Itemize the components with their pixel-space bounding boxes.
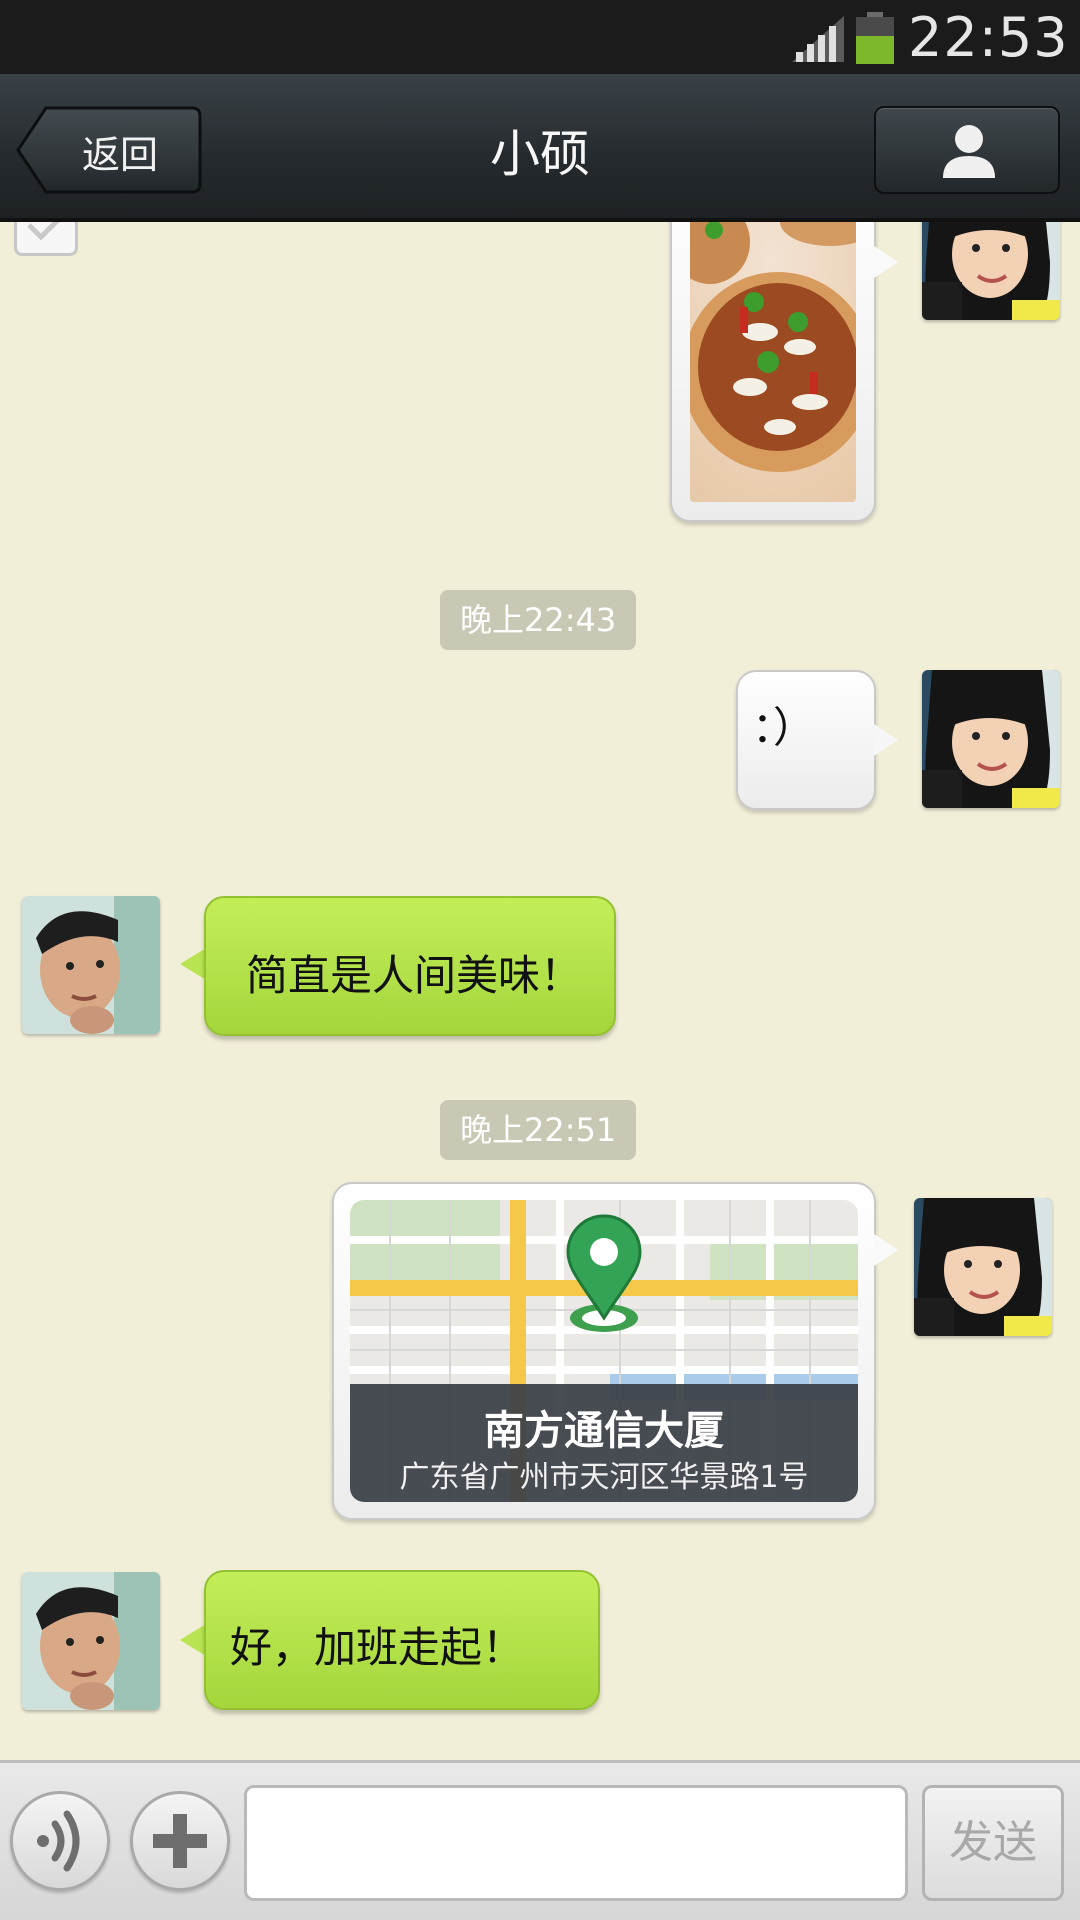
chat-header: 返回 小硕: [0, 74, 1080, 222]
food-photo[interactable]: [690, 222, 856, 502]
bubble-tail: [874, 246, 898, 278]
location-name: 南方通信大厦: [484, 1408, 724, 1454]
message-text: 好，加班走起！: [230, 1623, 525, 1672]
my-avatar[interactable]: [922, 670, 1060, 808]
friend-avatar[interactable]: [22, 896, 160, 1034]
person-icon: [943, 125, 995, 178]
text-message-bubble[interactable]: ：）: [736, 670, 876, 810]
image-message-bubble[interactable]: [670, 222, 876, 522]
timestamp: 晚上22:51: [440, 1100, 637, 1160]
input-bar: 发送: [0, 1760, 1080, 1920]
message-text: ：）: [752, 703, 816, 752]
text-message-bubble[interactable]: 好，加班走起！: [204, 1570, 600, 1710]
location-pin-icon: [566, 1214, 642, 1332]
clock: 22:53: [908, 6, 1069, 69]
message-input[interactable]: [244, 1785, 908, 1901]
send-button[interactable]: 发送: [922, 1785, 1064, 1901]
voice-icon: [37, 1810, 80, 1872]
plus-icon: [153, 1814, 207, 1868]
chat-list[interactable]: 晚上22:43 ：） 简直是人间美味！ 晚上22:51 南方通信大厦 广东省广州…: [0, 222, 1080, 1760]
location-card[interactable]: 南方通信大厦 广东省广州市天河区华景路1号: [350, 1200, 858, 1502]
battery-icon: [856, 12, 894, 64]
timestamp: 晚上22:43: [440, 590, 637, 650]
bubble-tail: [180, 948, 206, 980]
profile-button[interactable]: [874, 106, 1060, 194]
voice-button[interactable]: [10, 1791, 110, 1891]
location-caption: 南方通信大厦 广东省广州市天河区华景路1号: [350, 1384, 858, 1502]
bubble-tail: [180, 1624, 206, 1656]
status-bar: 22:53: [0, 0, 1080, 74]
my-avatar[interactable]: [922, 222, 1060, 320]
my-avatar[interactable]: [914, 1198, 1052, 1336]
plus-button[interactable]: [130, 1791, 230, 1891]
location-address: 广东省广州市天河区华景路1号: [399, 1460, 809, 1495]
select-checkbox[interactable]: [14, 222, 78, 256]
text-message-bubble[interactable]: 简直是人间美味！: [204, 896, 616, 1036]
message-text: 简直是人间美味！: [246, 951, 583, 1000]
bubble-tail: [874, 724, 898, 756]
signal-icon: [792, 16, 844, 62]
bubble-tail: [874, 1234, 898, 1266]
friend-avatar[interactable]: [22, 1572, 160, 1710]
